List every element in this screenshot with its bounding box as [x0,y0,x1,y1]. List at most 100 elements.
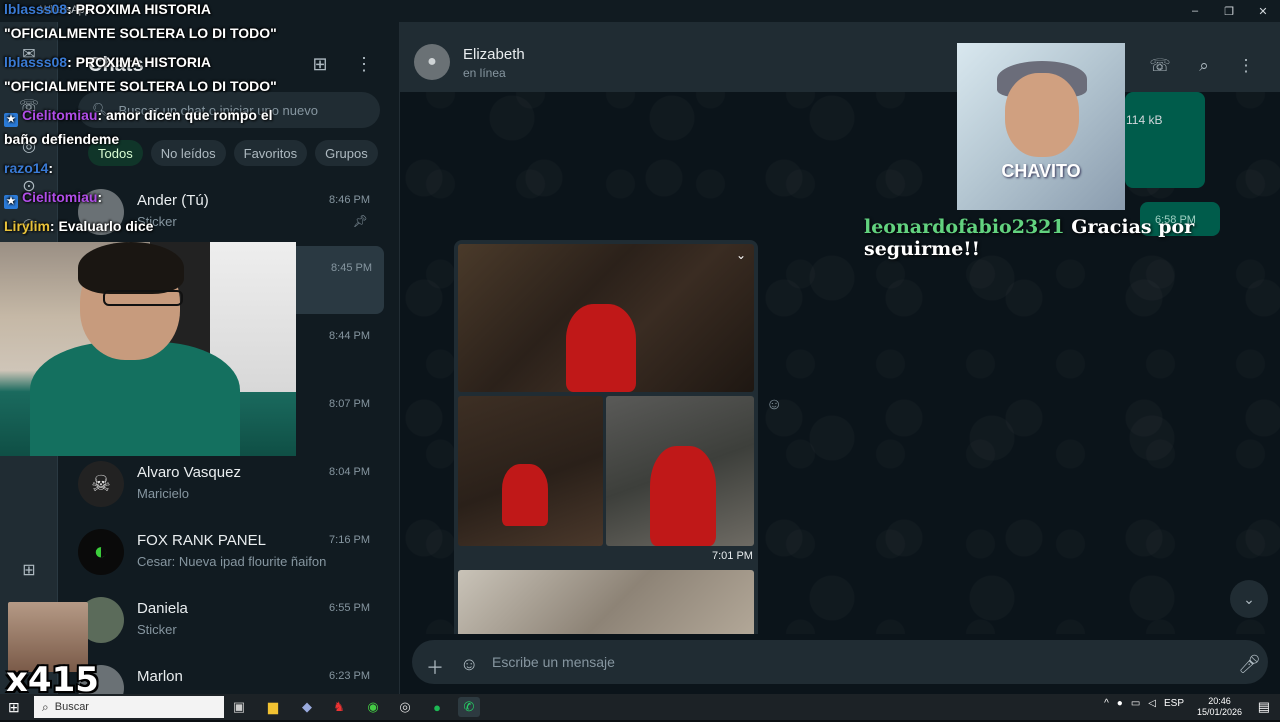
chat-name: Daniela [137,600,188,617]
app-icon[interactable]: ◆ [296,697,318,717]
contact-status: en línea [463,66,506,80]
system-tray: ^ ● ▭ ◁ ESP [1104,698,1184,709]
search-icon[interactable]: ⌕ [1190,52,1218,80]
new-chat-icon[interactable]: ⊞ [306,50,334,78]
contact-avatar-icon[interactable]: ● [414,44,450,80]
obs-icon[interactable]: ◎ [394,697,416,717]
avatar: ☠ [78,461,124,507]
filter-groups[interactable]: Grupos [315,140,378,166]
media-icon[interactable]: ⊞ [17,558,41,582]
sticker-icon[interactable]: ☺ [460,654,478,675]
emoji-reaction-icon[interactable]: ☺ [766,396,782,414]
language-indicator[interactable]: ESP [1164,698,1184,709]
composer: ＋ ☺ Escribe un mensaje 🎤︎ [400,634,1280,694]
taskbar-search[interactable]: ⌕ Buscar [34,696,224,718]
chat-preview: Sticker [137,622,177,637]
taskbar-search-label: Buscar [54,701,89,713]
chat-preview: Maricielo [137,486,190,501]
chat-time: 8:46 PM [329,194,370,206]
file-size: 114 kB [1126,113,1163,127]
chevron-down-icon[interactable]: ⌄ [736,248,746,262]
chat-name: Alvaro Vasquez [137,464,241,481]
conversation-panel: ● Elizabeth en línea ☏ ⌕ ⋮ 114 kB 6:58 P… [400,22,1280,694]
tray-chevron-icon[interactable]: ^ [1104,698,1109,709]
skull-icon: ☠ [91,471,111,496]
photo[interactable] [458,244,754,392]
message-input[interactable]: ＋ ☺ Escribe un mensaje 🎤︎ [412,640,1268,684]
prime-badge-icon: ★ [4,195,18,209]
chat-time: 8:04 PM [329,466,370,478]
chat-time: 7:16 PM [329,534,370,546]
follow-alert-message: leonardofabio2321 Gracias por seguirme!! [864,216,1195,260]
search-icon: ⌕ [42,699,49,714]
outgoing-file-bubble[interactable] [1125,92,1205,188]
app-icon[interactable]: ♞ [328,697,350,717]
menu-icon[interactable]: ⋮ [1232,52,1260,80]
stream-chat-message: ★ Cielitomiau: amor dicen que rompo el [4,103,273,127]
file-explorer-icon[interactable]: ▆ [262,697,284,717]
fox-logo-icon: ◐ [93,538,109,565]
volume-icon[interactable]: ◁ [1148,698,1156,709]
chat-row[interactable]: ◐ FOX RANK PANEL Cesar: Nueva ipad flour… [58,518,400,586]
red-dress [650,446,716,546]
minimize-button[interactable]: – [1178,0,1212,22]
avatar: ◐ [78,529,124,575]
chat-time: 6:55 PM [329,602,370,614]
stream-chat-message: lblasss08: PROXIMA HISTORIA [4,54,211,70]
chat-time: 8:45 PM [331,262,372,274]
clock-time: 20:46 [1208,696,1231,706]
webcam-overlay [0,242,296,456]
chat-time: 6:23 PM [329,670,370,682]
close-button[interactable]: ✕ [1246,0,1280,22]
stream-chat-message: "OFICIALMENTE SOLTERA LO DI TODO" [4,78,277,94]
message-time: 7:01 PM [712,550,753,562]
stream-chat-message: razo14: [4,160,54,176]
whatsapp-window: WhatsApp – ❐ ✕ ✉ ☏ ◎ ⊙ ⚇ ⊞ Chats ⊞ ⋮ 🔍︎ … [0,0,1280,711]
contact-name: Elizabeth [463,46,525,63]
clock-date: 15/01/2026 [1196,707,1242,717]
stream-chat-message: Lirylim: Evaluarlo dice [4,218,154,234]
clock[interactable]: 20:46 15/01/2026 [1197,696,1242,718]
stream-chat-message: "OFICIALMENTE SOLTERA LO DI TODO" [4,25,277,41]
attach-icon[interactable]: ＋ [426,654,444,680]
chat-row[interactable]: Daniela Sticker 6:55 PM [58,586,400,654]
photo[interactable] [606,396,754,546]
streamer-hair [78,242,184,294]
red-dress [502,464,548,526]
conversation-header[interactable]: ● Elizabeth en línea ☏ ⌕ ⋮ [400,22,1280,92]
stream-chat-overlay: lblasss08: PROXIMA HISTORIA "OFICIALMENT… [0,0,300,240]
call-icon[interactable]: ☏ [1146,52,1174,80]
chat-row[interactable]: ☠ Alvaro Vasquez Maricielo 8:04 PM [58,450,400,518]
pin-icon: 📌︎ [352,214,368,228]
scroll-down-button[interactable]: ⌄ [1230,580,1268,618]
windows-taskbar: ⊞ ⌕ Buscar ▣ ▆ ◆ ♞ ◉ ◎ ● ✆ ^ ● ▭ ◁ ESP 2… [0,694,1280,720]
spotify-icon[interactable]: ● [426,697,448,717]
message-placeholder: Escribe un mensaje [492,654,615,670]
windows-start-icon[interactable]: ⊞ [8,699,20,716]
alert-label: CHAVITO [1001,161,1081,181]
chat-time: 8:07 PM [329,398,370,410]
mic-icon[interactable]: 🎤︎ [1238,654,1261,675]
maximize-button[interactable]: ❐ [1212,0,1246,22]
follow-alert-image: CHAVITO [957,43,1125,210]
chat-preview: Cesar: Nueva ipad flourite ñaifon [137,554,327,569]
stream-chat-message: baño defiendeme [4,131,120,147]
network-icon[interactable]: ▭ [1131,698,1140,709]
chat-time: 8:44 PM [329,330,370,342]
whatsapp-icon[interactable]: ✆ [458,697,480,717]
glasses [103,290,183,306]
notifications-icon[interactable]: ▤ [1258,699,1270,715]
stream-chat-message: lblasss08: PROXIMA HISTORIA [4,1,211,17]
chrome-icon[interactable]: ◉ [362,697,384,717]
task-view-icon[interactable]: ▣ [228,697,250,717]
mic-icon[interactable]: ● [1117,698,1123,709]
chat-name: Marlon [137,668,183,685]
menu-icon[interactable]: ⋮ [350,50,378,78]
chat-name: FOX RANK PANEL [137,532,266,549]
red-dress [566,304,636,392]
incoming-image-album[interactable]: ⌄ [454,240,758,660]
prime-badge-icon: ★ [4,113,18,127]
stream-chat-message: ★ Cielitomiau: [4,185,102,209]
window-controls: – ❐ ✕ [1178,0,1280,22]
photo[interactable] [458,396,603,546]
